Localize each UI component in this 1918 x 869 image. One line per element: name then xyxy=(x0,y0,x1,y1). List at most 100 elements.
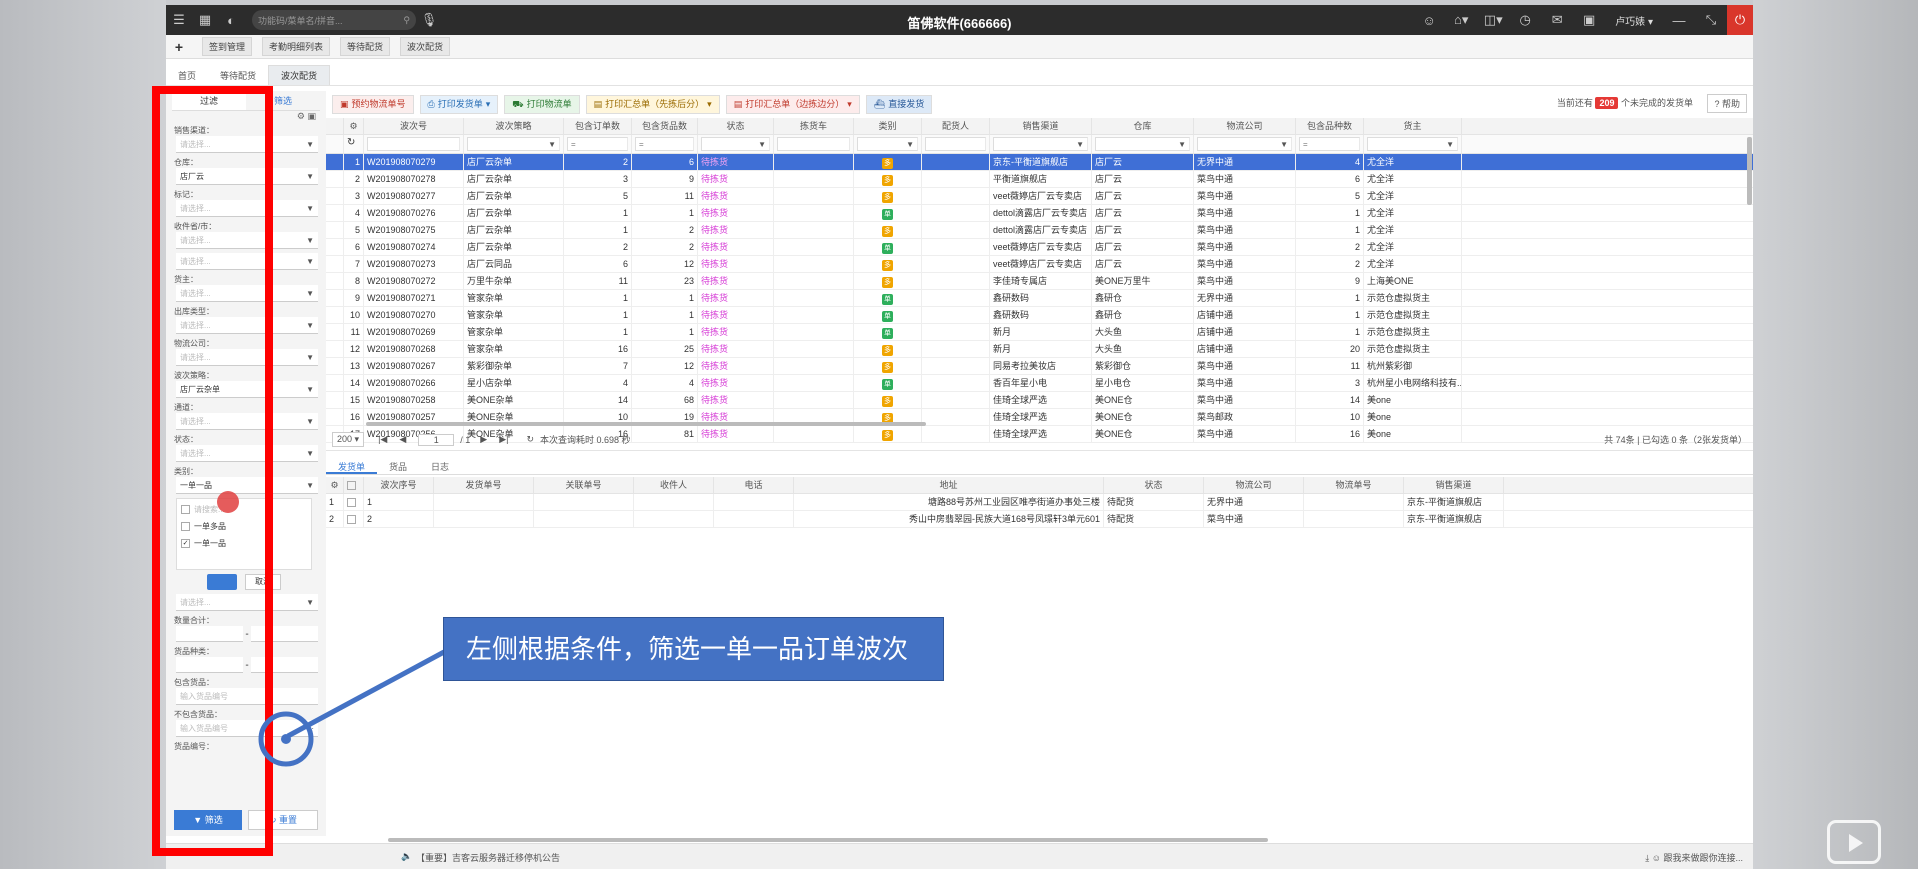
gear-icon[interactable]: ⚙ xyxy=(330,480,338,490)
column-header[interactable]: 物流单号 xyxy=(1304,477,1404,493)
tab-delivery[interactable]: 发货单 xyxy=(326,459,378,474)
row-checkbox-cell[interactable] xyxy=(326,171,344,187)
table-row[interactable]: 4 W201908070276 店厂云杂单 1 1 待拣货单 dettol滴露店厂云专卖店店… xyxy=(326,205,1753,222)
column-header[interactable]: 物流公司 xyxy=(1204,477,1304,493)
save-icon[interactable]: ▣ xyxy=(1573,12,1605,28)
filter-select[interactable]: 请选择... ▼ xyxy=(176,317,318,334)
column-filter-input[interactable]: ▼ xyxy=(1197,137,1292,151)
table-row[interactable]: 1 W201908070279 店厂云杂单 2 6 待拣货 多 京东-平衡道旗舰店 店厂云 无界中… xyxy=(326,154,1753,171)
kinds-max-input[interactable] xyxy=(250,657,318,673)
extra-select[interactable]: 请选择... ▼ xyxy=(176,594,318,611)
filter-select[interactable]: 店厂云杂单 ▼ xyxy=(176,381,318,398)
refresh-icon[interactable]: ↻ xyxy=(347,137,355,148)
filter-button[interactable]: ▼ 筛选 xyxy=(174,810,242,830)
column-filter-input[interactable]: ▼ xyxy=(993,137,1088,151)
column-header[interactable]: 物流公司 xyxy=(1194,118,1296,134)
chat-icon[interactable]: ◐ xyxy=(218,13,244,28)
clock-icon[interactable]: ◷ xyxy=(1509,12,1541,28)
dropdown-option[interactable]: 一单多品 xyxy=(181,518,307,535)
column-header[interactable]: 状态 xyxy=(698,118,774,134)
table-row[interactable]: 9 W201908070271 管家杂单 1 1 待拣货单鑫研数码 鑫研仓 无界中通 1 示范仓虚… xyxy=(326,290,1753,307)
table-row[interactable]: 3 W201908070277 店厂云杂单 5 11 待拣货多 veet薇婷店厂云专卖店 店厂… xyxy=(326,188,1753,205)
power-icon[interactable]: ⏻ xyxy=(1727,5,1753,35)
row-checkbox-cell[interactable] xyxy=(344,494,364,510)
grid-vertical-scrollbar[interactable] xyxy=(1747,137,1752,205)
column-header[interactable]: 地址 xyxy=(794,477,1104,493)
filter-select[interactable]: 请选择... ▼ xyxy=(176,200,318,217)
option-checkbox[interactable]: ✓ xyxy=(181,539,190,549)
column-filter-input[interactable]: = xyxy=(567,137,628,151)
menu-wave-picking[interactable]: 波次配货 xyxy=(400,37,451,56)
grid-horizontal-scrollbar[interactable] xyxy=(326,422,1753,427)
prev-page-icon[interactable]: ◀ xyxy=(399,434,406,445)
table-row[interactable]: 13 W201908070267 紫彩御杂单 7 12 待拣货 多 同易考拉美妆店 紫彩御仓 菜鸟… xyxy=(326,358,1753,375)
menu-attendance[interactable]: 考勤明细列表 xyxy=(262,37,331,56)
user-menu[interactable]: 卢巧婊 ▾ xyxy=(1605,13,1663,28)
delivery-row[interactable]: 2 2 秀山中房翡翠园-民族大道168号凤璟轩3单元601 待配货 菜鸟中通 京东-平衡道… xyxy=(326,511,1753,528)
kinds-range[interactable]: - xyxy=(176,657,318,673)
row-checkbox-cell[interactable] xyxy=(326,256,344,272)
qty-min-input[interactable] xyxy=(176,626,244,642)
tab-screen[interactable]: 筛选 xyxy=(246,91,320,110)
kinds-min-input[interactable] xyxy=(176,657,244,673)
print-delivery-button[interactable]: ⎙ 打印发货单 ▾ xyxy=(419,94,499,114)
filter-select[interactable]: 请选择... ▼ xyxy=(176,413,318,430)
table-row[interactable]: 5 W201908070275 店厂云杂单 1 2 待拣货多 dettol滴露店厂云专卖店店… xyxy=(326,222,1753,239)
gear-icon[interactable]: ⚙ xyxy=(349,121,357,131)
exclude-goods-input[interactable]: 输入货品编号 ··· xyxy=(176,720,318,737)
page-input[interactable]: 1 xyxy=(418,433,455,446)
table-row[interactable]: 15 W201908070258 美ONE杂单 14 68 待拣货多佳琦全球严选 美ONE仓… xyxy=(326,392,1753,409)
column-header[interactable]: 包含货品数 xyxy=(632,118,698,134)
column-filter-input[interactable]: ▼ xyxy=(1095,137,1190,151)
system-notice[interactable]: 【重要】吉客云服务器迁移停机公告 xyxy=(416,851,560,864)
column-filter-input[interactable]: ▼ xyxy=(1367,137,1458,151)
menu-icon[interactable]: ☰ xyxy=(166,12,192,28)
select-all-checkbox[interactable] xyxy=(347,481,356,491)
row-checkbox-cell[interactable] xyxy=(326,358,344,374)
column-header[interactable]: 波次策略 xyxy=(464,118,564,134)
column-header[interactable]: 仓库 xyxy=(1092,118,1194,134)
column-filter-input[interactable]: ▼ xyxy=(857,137,918,151)
filter-select[interactable]: 请选择... ▼ xyxy=(176,349,318,366)
qty-max-input[interactable] xyxy=(250,626,318,642)
column-header[interactable]: 类别 xyxy=(854,118,922,134)
search-icon[interactable]: ⚲ xyxy=(403,15,410,26)
menu-waiting-picking[interactable]: 等待配货 xyxy=(340,37,391,56)
row-checkbox-cell[interactable] xyxy=(326,188,344,204)
column-header[interactable]: 电话 xyxy=(714,477,794,493)
minimize-icon[interactable]: — xyxy=(1663,13,1695,28)
table-row[interactable]: 14 W201908070266 星小店杂单 4 4 待拣货单香百年星小电 星小电仓 菜鸟中通… xyxy=(326,375,1753,392)
contacts-icon[interactable]: ☺ xyxy=(1413,13,1445,28)
dropdown-search[interactable]: 请搜索... xyxy=(181,501,307,518)
menu-sign-in[interactable]: 签到管理 xyxy=(202,37,253,56)
column-filter-input[interactable] xyxy=(925,137,986,151)
option-checkbox[interactable] xyxy=(181,522,190,532)
table-row[interactable]: 2 W201908070278 店厂云杂单 3 9 待拣货 多 平衡道旗舰店 店厂云 菜鸟中通 6 尤… xyxy=(326,171,1753,188)
filter-select[interactable]: 请选择... ▼ xyxy=(176,232,318,249)
next-page-icon[interactable]: ▶ xyxy=(480,434,487,445)
apps-grid-icon[interactable]: ▦ xyxy=(192,12,218,28)
tab-goods[interactable]: 货品 xyxy=(377,459,419,474)
microphone-icon[interactable]: 🎙 xyxy=(416,12,442,28)
help-button[interactable]: ? 帮助 xyxy=(1707,94,1747,113)
column-header[interactable]: 收件人 xyxy=(634,477,714,493)
table-row[interactable]: 6 W201908070274 店厂云杂单 2 2 待拣货单 veet薇婷店厂云专卖店 店厂云… xyxy=(326,239,1753,256)
settings-icon[interactable]: ⚙ xyxy=(297,111,305,121)
restore-icon[interactable]: ⤡ xyxy=(1695,12,1727,28)
row-checkbox-cell[interactable] xyxy=(326,154,344,170)
reset-button[interactable]: ↻ 重置 xyxy=(248,810,318,830)
column-header[interactable]: 波次号 xyxy=(364,118,464,134)
last-page-icon[interactable]: ▶| xyxy=(499,434,508,445)
first-page-icon[interactable]: |◀ xyxy=(378,434,387,445)
filter-select[interactable]: 店厂云 ▼ xyxy=(176,168,318,185)
select-all-checkbox[interactable] xyxy=(181,505,190,515)
row-checkbox[interactable] xyxy=(347,498,356,508)
row-checkbox-cell[interactable] xyxy=(326,273,344,289)
org-icon[interactable]: ⌂▾ xyxy=(1445,12,1477,28)
refresh-icon[interactable]: ↻ xyxy=(526,434,534,445)
column-header[interactable]: 包含订单数 xyxy=(564,118,632,134)
print-summary-pick-while-button[interactable]: ▤ 打印汇总单（边拣边分） ▾ xyxy=(725,94,860,114)
dropdown-option[interactable]: ✓ 一单一品 xyxy=(181,535,307,552)
table-row[interactable]: 8 W201908070272 万里牛杂单 11 23 待拣货 多 李佳琦专属店 美ONE万里牛… xyxy=(326,273,1753,290)
layout-icon[interactable]: ◫▾ xyxy=(1477,12,1509,28)
